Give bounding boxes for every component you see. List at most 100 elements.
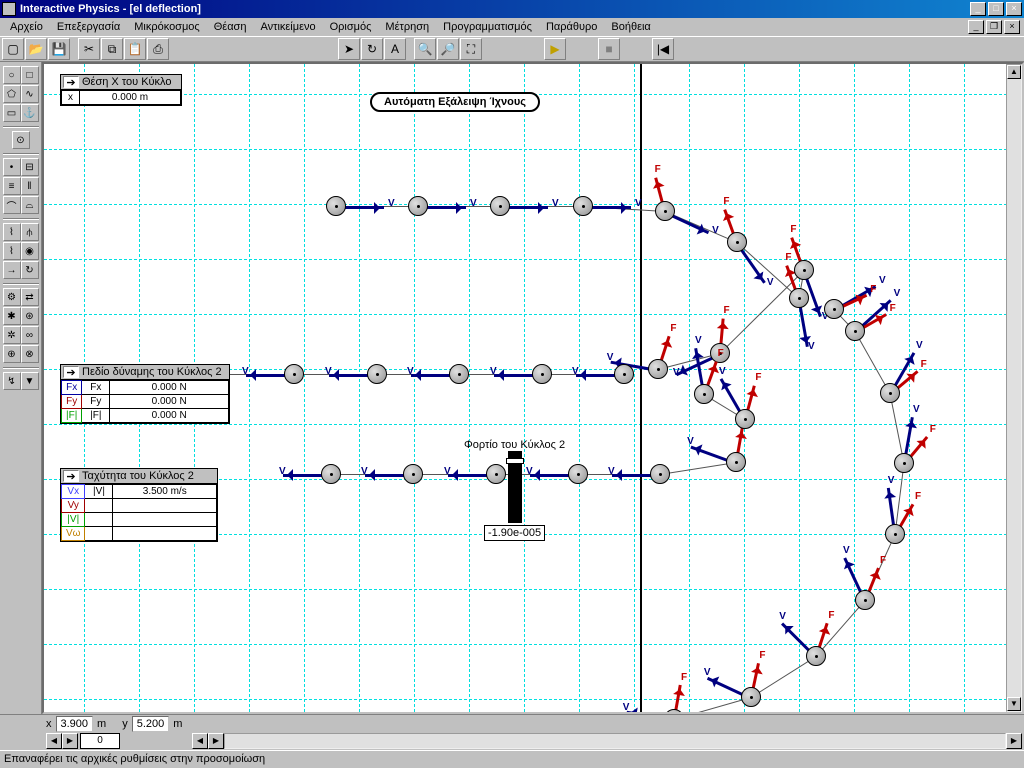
collapse-icon[interactable]: ➔ xyxy=(63,470,79,482)
particle[interactable] xyxy=(417,713,437,714)
particle[interactable] xyxy=(367,364,387,384)
menu-view[interactable]: Θέαση xyxy=(208,20,253,34)
motor-tool[interactable]: ⚙ xyxy=(3,288,21,306)
rope-tool[interactable]: ⌒ xyxy=(3,196,21,214)
minimize-button[interactable]: _ xyxy=(970,2,986,16)
particle[interactable] xyxy=(894,453,914,473)
belt-tool[interactable]: ∞ xyxy=(21,326,39,344)
paste-button[interactable]: 📋 xyxy=(124,38,146,60)
save-button[interactable]: 💾 xyxy=(48,38,70,60)
gear2-tool[interactable]: ✲ xyxy=(3,326,21,344)
particle[interactable] xyxy=(845,321,865,341)
scroll-right-button[interactable]: ▶ xyxy=(208,733,224,749)
cut-button[interactable]: ✂ xyxy=(78,38,100,60)
frame-next-button[interactable]: ▶ xyxy=(62,733,78,749)
zoom-out-button[interactable]: 🔎 xyxy=(437,38,459,60)
particle[interactable] xyxy=(735,409,755,429)
particle[interactable] xyxy=(824,299,844,319)
print-button[interactable]: ⎙ xyxy=(147,38,169,60)
horizontal-scrollbar[interactable] xyxy=(224,733,1006,749)
misc4-tool[interactable]: ▼ xyxy=(21,372,39,390)
reset-button[interactable]: |◀ xyxy=(652,38,674,60)
particle[interactable] xyxy=(573,196,593,216)
spring-tool[interactable]: ⌇ xyxy=(3,223,21,241)
point-tool[interactable]: ⊙ xyxy=(12,131,30,149)
zoom-in-button[interactable]: 🔍 xyxy=(414,38,436,60)
particle[interactable] xyxy=(334,713,354,714)
rope2-tool[interactable]: ⌓ xyxy=(21,196,39,214)
joint-tool[interactable]: ≡ xyxy=(3,177,21,195)
text-tool[interactable]: A xyxy=(384,38,406,60)
mdi-minimize-button[interactable]: _ xyxy=(968,20,984,34)
rotspring-tool[interactable]: ◉ xyxy=(21,242,39,260)
charge-slider[interactable]: Φορτίο του Κύκλος 2 -1.90e-005 xyxy=(464,439,565,541)
circle-tool[interactable]: ○ xyxy=(3,66,21,84)
damper-tool[interactable]: ⫛ xyxy=(21,223,39,241)
particle[interactable] xyxy=(568,464,588,484)
particle[interactable] xyxy=(694,384,714,404)
slider-track[interactable] xyxy=(508,451,522,523)
particle[interactable] xyxy=(252,713,272,714)
menu-measure[interactable]: Μέτρηση xyxy=(379,20,435,34)
particle[interactable] xyxy=(200,713,220,714)
misc3-tool[interactable]: ↯ xyxy=(3,372,21,390)
particle[interactable] xyxy=(326,196,346,216)
particle[interactable] xyxy=(490,196,510,216)
pin-tool[interactable]: • xyxy=(3,158,21,176)
close-button[interactable]: × xyxy=(1006,2,1022,16)
menu-file[interactable]: Αρχείο xyxy=(4,20,49,34)
particle[interactable] xyxy=(726,452,746,472)
stop-button[interactable]: ■ xyxy=(598,38,620,60)
particle[interactable] xyxy=(741,687,761,707)
auto-erase-button[interactable]: Αυτόματη Εξάλειψη Ίχνους xyxy=(370,92,540,112)
particle[interactable] xyxy=(789,288,809,308)
scroll-left-button[interactable]: ◀ xyxy=(192,733,208,749)
particle[interactable] xyxy=(806,646,826,666)
gear-tool[interactable]: ✱ xyxy=(3,307,21,325)
particle[interactable] xyxy=(408,196,428,216)
scroll-up-button[interactable]: ▲ xyxy=(1007,65,1021,79)
mdi-close-button[interactable]: × xyxy=(1004,20,1020,34)
pulley-tool[interactable]: ⊛ xyxy=(21,307,39,325)
menu-window[interactable]: Παράθυρο xyxy=(540,20,603,34)
particle[interactable] xyxy=(655,201,675,221)
particle[interactable] xyxy=(880,383,900,403)
particle[interactable] xyxy=(449,364,469,384)
polygon-tool[interactable]: ⬠ xyxy=(3,85,21,103)
open-button[interactable]: 📂 xyxy=(25,38,47,60)
particle[interactable] xyxy=(614,364,634,384)
particle[interactable] xyxy=(648,359,668,379)
slot-tool[interactable]: ⊟ xyxy=(21,158,39,176)
particle[interactable] xyxy=(284,364,304,384)
force-tool[interactable]: → xyxy=(3,261,21,279)
torque-tool[interactable]: ↻ xyxy=(21,261,39,279)
mdi-restore-button[interactable]: ❐ xyxy=(986,20,1002,34)
run-button[interactable]: ▶ xyxy=(544,38,566,60)
rotate-tool[interactable]: ↻ xyxy=(361,38,383,60)
particle[interactable] xyxy=(855,590,875,610)
arrow-tool[interactable]: ➤ xyxy=(338,38,360,60)
force-meter[interactable]: ➔Πεδίο δύναμης του Κύκλος 2 FxFx0.000 N … xyxy=(60,364,230,424)
misc2-tool[interactable]: ⊗ xyxy=(21,345,39,363)
anchor-tool[interactable]: ⚓ xyxy=(21,104,39,122)
zoom-fit-button[interactable]: ⛶ xyxy=(460,38,482,60)
menu-world[interactable]: Μικρόκοσμος xyxy=(128,20,206,34)
particle[interactable] xyxy=(885,524,905,544)
menu-edit[interactable]: Επεξεργασία xyxy=(51,20,126,34)
menu-help[interactable]: Βοήθεια xyxy=(605,20,656,34)
particle[interactable] xyxy=(532,364,552,384)
frame-number[interactable]: 0 xyxy=(80,733,120,749)
particle[interactable] xyxy=(321,464,341,484)
joint2-tool[interactable]: ‖ xyxy=(21,177,39,195)
copy-button[interactable]: ⧉ xyxy=(101,38,123,60)
collapse-icon[interactable]: ➔ xyxy=(63,366,79,378)
particle[interactable] xyxy=(727,232,747,252)
menu-script[interactable]: Προγραμματισμός xyxy=(437,20,538,34)
scroll-down-button[interactable]: ▼ xyxy=(1007,697,1021,711)
spring2-tool[interactable]: ⌇ xyxy=(3,242,21,260)
menu-object[interactable]: Αντικείμενο xyxy=(254,20,321,34)
slider-thumb[interactable] xyxy=(506,458,524,464)
particle[interactable] xyxy=(650,464,670,484)
frame-prev-button[interactable]: ◀ xyxy=(46,733,62,749)
velocity-meter[interactable]: ➔Ταχύτητα του Κύκλος 2 Vx|V|3.500 m/s Vy… xyxy=(60,468,218,542)
